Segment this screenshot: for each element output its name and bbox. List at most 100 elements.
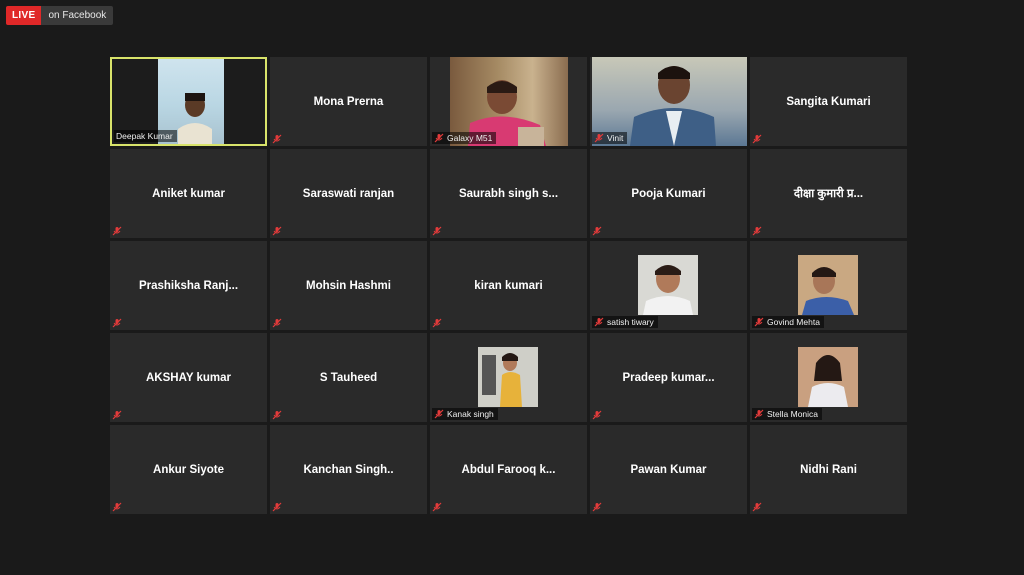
participant-footer xyxy=(272,410,282,420)
muted-mic-icon xyxy=(754,409,764,419)
participant-name: Pradeep kumar... xyxy=(622,371,715,384)
participant-name: Vinit xyxy=(607,133,624,143)
muted-mic-icon xyxy=(112,410,122,420)
participant-tile-mona-prerna[interactable]: Mona Prerna xyxy=(270,57,427,146)
participant-tile-prashiksha-ranjan[interactable]: Prashiksha Ranj... xyxy=(110,241,267,330)
participant-tile-stella-monica[interactable]: Stella Monica xyxy=(750,333,907,422)
muted-mic-icon xyxy=(594,317,604,327)
muted-mic-icon xyxy=(272,318,282,328)
participant-name: Ankur Siyote xyxy=(153,463,224,476)
participant-footer: Govind Mehta xyxy=(752,316,824,328)
participant-tile-vinit[interactable]: Vinit xyxy=(590,57,747,146)
muted-mic-icon xyxy=(752,134,762,144)
participant-name: Pooja Kumari xyxy=(631,187,706,200)
participant-tile-deepak-kumar[interactable]: Deepak Kumar xyxy=(110,57,267,146)
participant-footer: Vinit xyxy=(592,132,628,144)
live-label: LIVE xyxy=(6,6,42,25)
participant-name: Galaxy M51 xyxy=(447,133,493,143)
participant-footer xyxy=(432,226,442,236)
muted-mic-icon xyxy=(432,318,442,328)
participant-tile-saraswati-ranjan[interactable]: Saraswati ranjan xyxy=(270,149,427,238)
muted-mic-icon xyxy=(272,134,282,144)
muted-mic-icon xyxy=(592,410,602,420)
participant-tile-satish-tiwary[interactable]: satish tiwary xyxy=(590,241,747,330)
participant-name: Mohsin Hashmi xyxy=(306,279,391,292)
participant-name: AKSHAY kumar xyxy=(145,371,231,384)
participant-name: Saurabh singh s... xyxy=(458,187,559,200)
profile-photo xyxy=(638,255,698,315)
muted-mic-icon xyxy=(112,318,122,328)
muted-mic-icon xyxy=(112,226,122,236)
participant-tile-mohsin-hashmi[interactable]: Mohsin Hashmi xyxy=(270,241,427,330)
participant-footer xyxy=(592,410,602,420)
participant-footer xyxy=(272,502,282,512)
muted-mic-icon xyxy=(112,502,122,512)
participant-footer xyxy=(112,410,122,420)
participant-footer: Stella Monica xyxy=(752,408,823,420)
participant-name: Deepak Kumar xyxy=(116,131,173,141)
participant-footer xyxy=(432,502,442,512)
participant-name: satish tiwary xyxy=(607,317,654,327)
participant-name: Mona Prerna xyxy=(313,95,384,108)
participant-footer xyxy=(272,318,282,328)
participant-name: S Tauheed xyxy=(319,371,378,384)
participant-tile-galaxy-m51[interactable]: Galaxy M51 xyxy=(430,57,587,146)
participant-tile-kiran-kumari[interactable]: kiran kumari xyxy=(430,241,587,330)
participant-name: Sangita Kumari xyxy=(786,95,871,108)
participant-footer: satish tiwary xyxy=(592,316,658,328)
profile-photo xyxy=(798,347,858,407)
participant-name: Abdul Farooq k... xyxy=(461,463,556,476)
live-platform: on Facebook xyxy=(41,6,114,25)
participant-tile-saurabh-singh[interactable]: Saurabh singh s... xyxy=(430,149,587,238)
person-silhouette xyxy=(630,66,716,146)
participant-name: Stella Monica xyxy=(767,409,819,419)
participant-tile-pradeep-kumar[interactable]: Pradeep kumar... xyxy=(590,333,747,422)
profile-photo xyxy=(798,255,858,315)
participant-name: Prashiksha Ranj... xyxy=(138,279,239,292)
muted-mic-icon xyxy=(272,502,282,512)
participant-tile-abdul-farooq[interactable]: Abdul Farooq k... xyxy=(430,425,587,514)
participant-name: Nidhi Rani xyxy=(800,463,857,476)
participant-tile-diksha-kumari[interactable]: दीक्षा कुमारी प्र... xyxy=(750,149,907,238)
participant-tile-pooja-kumari[interactable]: Pooja Kumari xyxy=(590,149,747,238)
muted-mic-icon xyxy=(752,502,762,512)
participant-tile-s-tauheed[interactable]: S Tauheed xyxy=(270,333,427,422)
participant-footer xyxy=(272,226,282,236)
participant-tile-akshay-kumar[interactable]: AKSHAY kumar xyxy=(110,333,267,422)
participant-footer xyxy=(432,318,442,328)
participant-footer xyxy=(592,226,602,236)
participant-footer xyxy=(752,226,762,236)
muted-mic-icon xyxy=(434,133,444,143)
muted-mic-icon xyxy=(434,409,444,419)
muted-mic-icon xyxy=(272,226,282,236)
participant-footer xyxy=(592,502,602,512)
gallery-view: Deepak Kumar Mona Prerna Galaxy M51 Vini… xyxy=(110,57,907,514)
participant-name: Saraswati ranjan xyxy=(302,187,395,200)
muted-mic-icon xyxy=(432,502,442,512)
participant-footer xyxy=(112,318,122,328)
muted-mic-icon xyxy=(592,502,602,512)
participant-footer: Kanak singh xyxy=(432,408,498,420)
participant-name: Kanchan Singh.. xyxy=(303,463,394,476)
participant-tile-pawan-kumar[interactable]: Pawan Kumar xyxy=(590,425,747,514)
participant-name: दीक्षा कुमारी प्र... xyxy=(793,188,864,200)
person-silhouette xyxy=(178,93,212,144)
participant-tile-ankur-siyote[interactable]: Ankur Siyote xyxy=(110,425,267,514)
participant-footer xyxy=(752,134,762,144)
participant-tile-kanak-singh[interactable]: Kanak singh xyxy=(430,333,587,422)
muted-mic-icon xyxy=(592,226,602,236)
participant-tile-kanchan-singh[interactable]: Kanchan Singh.. xyxy=(270,425,427,514)
live-stream-badge[interactable]: LIVE on Facebook xyxy=(6,6,114,25)
muted-mic-icon xyxy=(754,317,764,327)
participant-name: Pawan Kumar xyxy=(630,463,707,476)
muted-mic-icon xyxy=(594,133,604,143)
profile-photo xyxy=(478,347,538,407)
muted-mic-icon xyxy=(432,226,442,236)
participant-tile-nidhi-rani[interactable]: Nidhi Rani xyxy=(750,425,907,514)
muted-mic-icon xyxy=(752,226,762,236)
participant-footer: Deepak Kumar xyxy=(114,130,177,142)
participant-tile-govind-mehta[interactable]: Govind Mehta xyxy=(750,241,907,330)
participant-tile-aniket-kumar[interactable]: Aniket kumar xyxy=(110,149,267,238)
participant-tile-sangita-kumari[interactable]: Sangita Kumari xyxy=(750,57,907,146)
participant-name: Kanak singh xyxy=(447,409,494,419)
